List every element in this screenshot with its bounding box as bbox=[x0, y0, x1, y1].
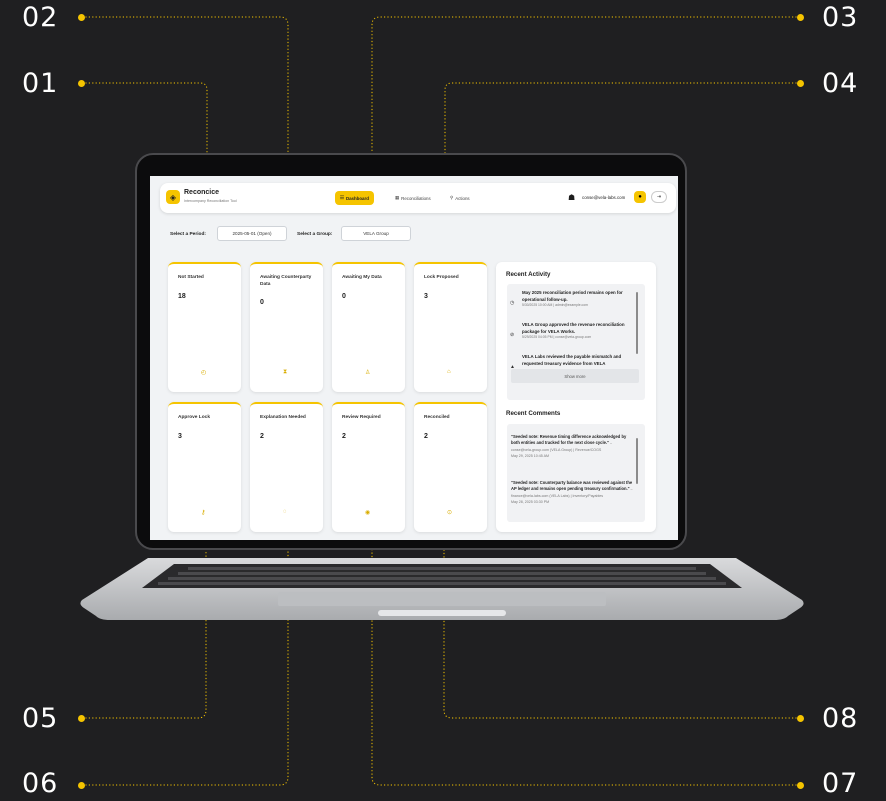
card-title: Not Started bbox=[178, 275, 204, 280]
logout-button[interactable]: ⇥ bbox=[651, 191, 667, 203]
card-value: 2 bbox=[424, 433, 428, 440]
status-card-awaiting-my-data[interactable]: Awaiting My Data 0 ♙ bbox=[332, 262, 405, 392]
comment-icon: ◌ bbox=[283, 509, 287, 515]
nav-actions-button[interactable]: ⚲ Actions bbox=[450, 191, 470, 205]
status-card-reconciled[interactable]: Reconciled 2 ⊙ bbox=[414, 402, 487, 532]
nav-actions-label: Actions bbox=[455, 195, 470, 201]
card-title: Approve Lock bbox=[178, 415, 210, 420]
callout-dot bbox=[78, 80, 85, 87]
group-label: Select a Group: bbox=[297, 232, 333, 237]
recent-comments-heading: Recent Comments bbox=[506, 410, 561, 417]
card-value: 2 bbox=[260, 433, 264, 440]
callout-dot bbox=[78, 14, 85, 21]
callout-03: 03 bbox=[822, 2, 859, 33]
group-select[interactable]: VELA Group bbox=[341, 226, 411, 241]
key-icon: ⚷ bbox=[201, 510, 206, 516]
nav-dashboard-label: Dashboard bbox=[345, 195, 369, 201]
hourglass-icon: ⧗ bbox=[283, 369, 288, 375]
eye-icon: ◉ bbox=[365, 510, 371, 516]
period-label: Select a Period: bbox=[170, 232, 206, 237]
status-card-awaiting-counterparty[interactable]: Awaiting Counterparty Data 0 ⧗ bbox=[250, 262, 323, 392]
robot-icon: ☗ bbox=[568, 193, 576, 202]
grid-icon: ☷ bbox=[340, 195, 344, 200]
card-title: Reconciled bbox=[424, 415, 450, 420]
top-navbar: ◈ Reconcice Intercompany Reconciliation … bbox=[160, 183, 676, 213]
comment-date: May 29, 2025 10:45 AM bbox=[511, 454, 549, 459]
laptop-keyboard-base bbox=[80, 558, 804, 620]
activity-text: VELA Group approved the revenue reconcil… bbox=[522, 322, 625, 334]
card-title: Lock Proposed bbox=[424, 275, 459, 280]
callout-06: 06 bbox=[22, 768, 59, 799]
status-card-not-started[interactable]: Not Started 18 ◴ bbox=[168, 262, 241, 392]
callout-07: 07 bbox=[822, 768, 859, 799]
card-value: 0 bbox=[260, 299, 264, 306]
clock-icon: ◷ bbox=[510, 300, 515, 306]
activity-text: VELA Labs reviewed the payable mismatch … bbox=[522, 354, 622, 366]
app-title: Reconcice bbox=[184, 189, 220, 196]
activity-item: May 2025 reconciliation period remains o… bbox=[522, 290, 638, 307]
callout-05: 05 bbox=[22, 703, 59, 734]
callout-01: 01 bbox=[22, 68, 59, 99]
activity-panel: Recent Activity ◷ May 2025 reconciliatio… bbox=[496, 262, 656, 532]
activity-item: VELA Group approved the revenue reconcil… bbox=[522, 322, 638, 339]
card-value: 3 bbox=[424, 293, 428, 300]
app-screen: ◈ Reconcice Intercompany Reconciliation … bbox=[150, 176, 678, 540]
logout-icon: ⇥ bbox=[656, 194, 662, 200]
card-value: 18 bbox=[178, 293, 186, 300]
card-value: 0 bbox=[342, 293, 346, 300]
activity-meta: 5/30/2025 10:00 AM | admin@example.com bbox=[522, 303, 588, 308]
lock-icon: ⌂ bbox=[447, 369, 451, 375]
callout-dot bbox=[797, 80, 804, 87]
check-circle-icon: ⊘ bbox=[510, 332, 515, 338]
card-value: 2 bbox=[342, 433, 346, 440]
activity-item: VELA Labs reviewed the payable mismatch … bbox=[522, 354, 638, 367]
activity-meta: 5/29/2025 04:05 PM | conse@vela-group.co… bbox=[522, 335, 592, 340]
callout-02: 02 bbox=[22, 2, 59, 33]
app-subtitle: Intercompany Reconciliation Tool bbox=[184, 199, 237, 203]
period-select[interactable]: 2025-05-01 (Open) bbox=[217, 226, 287, 241]
comments-scrollbar[interactable] bbox=[636, 438, 638, 484]
app-logo-icon: ◈ bbox=[166, 190, 180, 204]
recent-comments-feed[interactable]: "Seeded note: Revenue timing difference … bbox=[507, 424, 645, 522]
show-more-button[interactable]: Show more bbox=[511, 369, 639, 383]
user-icon: ● bbox=[638, 194, 642, 200]
card-value: 3 bbox=[178, 433, 182, 440]
user-email: conse@vela-labs.com bbox=[582, 195, 626, 200]
card-title: Review Required bbox=[342, 415, 381, 420]
check-circle-icon: ⊙ bbox=[447, 510, 453, 516]
card-title: Explanation Needed bbox=[260, 415, 306, 420]
comment-quote: "Seeded note: Counterparty balance was r… bbox=[511, 480, 633, 492]
wrench-icon: ⚲ bbox=[450, 195, 454, 200]
comment-item: "Seeded note: Revenue timing difference … bbox=[511, 434, 633, 460]
comment-date: May 28, 2025 03:30 PM bbox=[511, 500, 550, 505]
nav-reconciliations-label: Reconciliations bbox=[401, 195, 431, 201]
callout-dot bbox=[78, 715, 85, 722]
callout-dot bbox=[797, 782, 804, 789]
status-card-explanation-needed[interactable]: Explanation Needed 2 ◌ bbox=[250, 402, 323, 532]
card-title: Awaiting My Data bbox=[342, 275, 382, 280]
card-title: Awaiting Counterparty Data bbox=[260, 275, 312, 287]
status-card-lock-proposed[interactable]: Lock Proposed 3 ⌂ bbox=[414, 262, 487, 392]
recent-activity-heading: Recent Activity bbox=[506, 271, 551, 278]
user-avatar-button[interactable]: ● bbox=[634, 191, 646, 203]
activity-text: May 2025 reconciliation period remains o… bbox=[522, 290, 623, 302]
nav-reconciliations-button[interactable]: ▦ Reconciliations bbox=[395, 191, 431, 205]
user-icon: ♙ bbox=[365, 370, 371, 376]
status-card-review-required[interactable]: Review Required 2 ◉ bbox=[332, 402, 405, 532]
callout-dot bbox=[78, 782, 85, 789]
callout-08: 08 bbox=[822, 703, 859, 734]
clock-icon: ◴ bbox=[201, 370, 207, 376]
calendar-icon: ▦ bbox=[395, 195, 400, 200]
callout-dot bbox=[797, 715, 804, 722]
status-card-approve-lock[interactable]: Approve Lock 3 ⚷ bbox=[168, 402, 241, 532]
comment-item: "Seeded note: Counterparty balance was r… bbox=[511, 480, 633, 506]
activity-scrollbar[interactable] bbox=[636, 292, 638, 354]
nav-dashboard-button[interactable]: ☷ Dashboard bbox=[335, 191, 374, 205]
callout-dot bbox=[797, 14, 804, 21]
callout-04: 04 bbox=[822, 68, 859, 99]
recent-activity-feed[interactable]: ◷ May 2025 reconciliation period remains… bbox=[507, 284, 645, 400]
